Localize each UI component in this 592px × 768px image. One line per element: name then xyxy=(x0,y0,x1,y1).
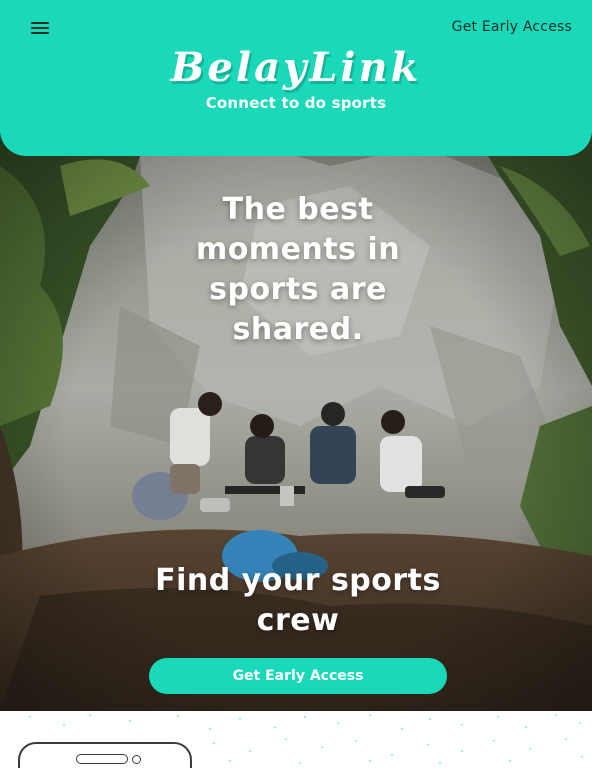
header-get-early-access-link[interactable]: Get Early Access xyxy=(452,19,572,35)
brand-logo[interactable]: BelayLink xyxy=(0,44,592,91)
menu-line xyxy=(31,32,49,34)
below-fold-section xyxy=(0,711,592,768)
site-header: Get Early Access BelayLink Connect to do… xyxy=(0,0,592,156)
hero-headline: The best moments in sports are shared. xyxy=(195,192,401,347)
hero-subheadline: Find your sports crew xyxy=(155,563,441,638)
hero-get-early-access-button[interactable]: Get Early Access xyxy=(149,658,447,694)
menu-line xyxy=(31,27,49,29)
phone-camera xyxy=(132,755,141,764)
hero-section: The best moments in sports are shared. F… xyxy=(0,126,592,711)
phone-sketch-icon xyxy=(18,742,192,768)
hamburger-menu-icon[interactable] xyxy=(24,14,56,42)
menu-line xyxy=(31,22,49,24)
phone-speaker xyxy=(76,754,128,764)
brand-tagline: Connect to do sports xyxy=(205,94,387,112)
